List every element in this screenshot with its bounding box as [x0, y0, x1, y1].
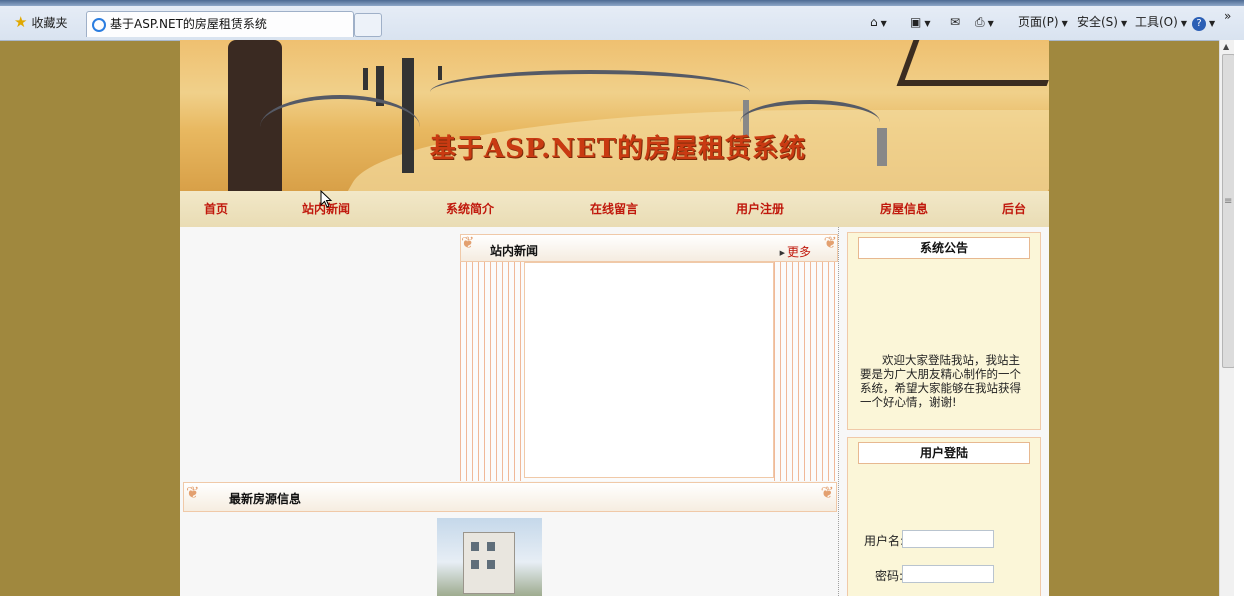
nav-about[interactable]: 系统简介	[446, 200, 494, 217]
window-title-strip	[0, 0, 1244, 6]
home-icon: ⌂	[870, 15, 878, 29]
rss-icon: ▣	[910, 15, 922, 29]
help-menu[interactable]: ? ▼	[1192, 12, 1215, 32]
favorites-button[interactable]: ★ 收藏夹	[14, 12, 67, 32]
main-nav: 首页 站内新闻 系统简介 在线留言 用户注册 房屋信息 后台	[180, 191, 1049, 227]
ornament-icon: ❦	[186, 483, 200, 502]
chevron-down-icon: ▼	[1209, 19, 1216, 28]
latest-houses-header: ❦ 最新房源信息 ❦	[183, 482, 837, 512]
news-more-link[interactable]: ▶ 更多	[780, 243, 811, 260]
announcement-text: 欢迎大家登陆我站，我站主要是为广大朋友精心制作的一个系统，希望大家能够在我站获得…	[860, 353, 1021, 409]
tools-menu[interactable]: 工具(O) ▼	[1135, 12, 1187, 32]
nav-admin[interactable]: 后台	[1002, 200, 1026, 217]
username-input[interactable]	[902, 530, 994, 548]
fence-post	[438, 66, 442, 80]
chevron-down-icon: ▼	[924, 19, 931, 28]
fence-rope	[430, 70, 750, 114]
browser-tab[interactable]: 基于ASP.NET的房屋租赁系统	[86, 11, 354, 37]
news-stripes-left	[460, 262, 524, 481]
latest-houses-title: 最新房源信息	[229, 492, 302, 506]
home-button[interactable]: ⌂ ▼	[870, 12, 887, 32]
printer-icon: ⎙	[975, 15, 985, 29]
fence-post	[877, 128, 887, 166]
star-icon: ★	[14, 13, 28, 31]
grip-icon: ≡	[1224, 196, 1233, 207]
mail-button[interactable]: ✉	[950, 12, 960, 32]
chevron-down-icon: ▼	[987, 19, 994, 28]
overflow-button[interactable]: »	[1224, 6, 1231, 26]
feeds-button[interactable]: ▣ ▼	[910, 12, 931, 32]
login-title: 用户登陆	[858, 442, 1030, 464]
new-tab-button[interactable]	[354, 13, 382, 37]
news-header: 站内新闻 ▶ 更多	[460, 234, 838, 262]
chevron-down-icon: ▼	[1061, 19, 1068, 28]
nav-register[interactable]: 用户注册	[736, 200, 784, 217]
chevron-down-icon: ▼	[1180, 19, 1187, 28]
browser-toolbar: ★ 收藏夹 基于ASP.NET的房屋租赁系统 ⌂ ▼ ▣ ▼ ✉ ⎙ ▼ 页面(P) ▼ …	[0, 0, 1244, 41]
scroll-up-icon[interactable]: ▲	[1223, 42, 1229, 51]
house-window	[471, 542, 479, 551]
column-divider	[838, 227, 840, 596]
safety-menu[interactable]: 安全(S) ▼	[1077, 12, 1127, 32]
house-thumbnail[interactable]	[437, 518, 542, 596]
help-icon: ?	[1192, 17, 1206, 31]
nav-houses[interactable]: 房屋信息	[880, 200, 928, 217]
slideshow-area	[180, 227, 460, 482]
print-button[interactable]: ⎙ ▼	[975, 12, 994, 32]
banner: 基于ASP.NET的房屋租赁系统	[180, 40, 1049, 191]
announcement-panel: 系统公告 欢迎大家登陆我站，我站主要是为广大朋友精心制作的一个系统，希望大家能够…	[847, 232, 1041, 430]
news-stripes-right	[774, 262, 838, 481]
chevron-down-icon: ▼	[880, 19, 887, 28]
window-edge	[1234, 40, 1244, 596]
mouse-cursor-icon	[320, 190, 333, 208]
page-menu[interactable]: 页面(P) ▼	[1018, 12, 1068, 32]
news-list	[524, 262, 774, 478]
ie-icon	[92, 18, 106, 32]
ornament-icon: ❦	[461, 233, 475, 252]
house-window	[487, 542, 495, 551]
news-title: 站内新闻	[490, 244, 539, 258]
news-panel: 站内新闻 ▶ 更多 ❦ ❦	[460, 234, 838, 481]
house-window	[487, 560, 495, 569]
ornament-icon: ❦	[823, 233, 837, 252]
house-window	[471, 560, 479, 569]
fence-post	[363, 68, 368, 90]
login-panel: 用户登陆 用户名: 密码:	[847, 437, 1041, 596]
username-label: 用户名:	[864, 534, 905, 548]
banner-tree	[896, 40, 1049, 86]
website: 基于ASP.NET的房屋租赁系统 首页 站内新闻 系统简介 在线留言 用户注册 …	[180, 40, 1049, 596]
nav-home[interactable]: 首页	[204, 200, 228, 217]
triangle-right-icon: ▶	[779, 249, 785, 257]
vertical-scrollbar[interactable]: ▲ ≡	[1219, 40, 1235, 596]
ornament-icon: ❦	[820, 483, 834, 502]
site-title: 基于ASP.NET的房屋租赁系统	[429, 134, 807, 164]
password-input[interactable]	[902, 565, 994, 583]
nav-guestbook[interactable]: 在线留言	[590, 200, 638, 217]
chevron-down-icon: ▼	[1120, 19, 1128, 28]
password-label: 密码:	[875, 569, 904, 583]
mail-icon: ✉	[950, 15, 961, 29]
fence-rope	[260, 95, 420, 159]
announcement-title: 系统公告	[858, 237, 1030, 259]
